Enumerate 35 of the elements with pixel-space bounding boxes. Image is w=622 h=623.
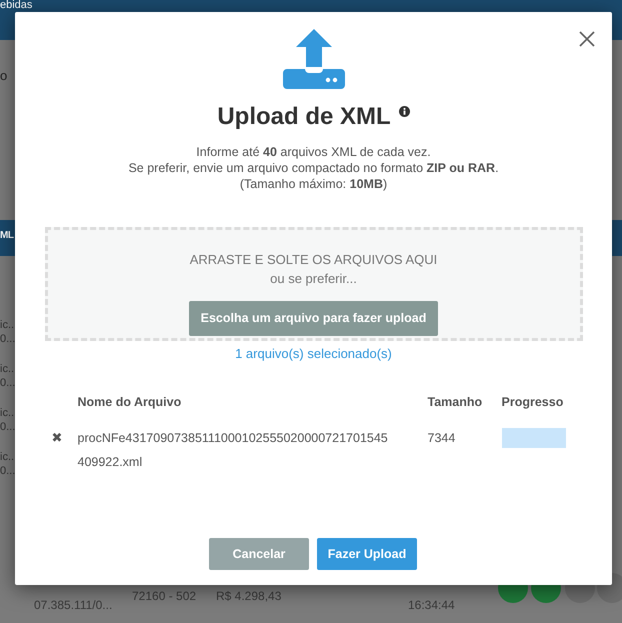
choose-file-button[interactable]: Escolha um arquivo para fazer upload xyxy=(188,300,438,336)
dropzone-subtext: ou se preferir... xyxy=(270,270,357,288)
dropzone-text: ARRASTE E SOLTE OS ARQUIVOS AQUI xyxy=(190,250,438,269)
close-icon[interactable] xyxy=(578,30,596,48)
column-label: o xyxy=(0,67,8,85)
intro-text: Informe até 40 arquivos XML de cada vez. xyxy=(195,144,432,160)
remove-icon[interactable]: ✖ xyxy=(48,430,62,446)
table-cell: 16:34:44 xyxy=(408,598,455,612)
table-cell: 0... xyxy=(0,332,16,346)
info-icon[interactable] xyxy=(398,106,410,117)
table-cell: R$ 4.298,43 xyxy=(216,589,282,603)
cancel-button[interactable]: Cancelar xyxy=(209,538,309,570)
dialog-title: Upload de XML xyxy=(217,103,391,132)
table-cell: 0... xyxy=(0,420,16,434)
table-cell: 72160 - 502 xyxy=(132,589,196,603)
table-cell: 07.385.111/0... xyxy=(34,598,112,612)
table-cell: ic.. xyxy=(0,362,16,376)
column-header: Progresso xyxy=(500,394,564,412)
intro-text: (Tamanho máximo: 10MB) xyxy=(238,176,388,192)
selected-count-link[interactable]: 1 arquivo(s) selecionado(s) xyxy=(235,344,392,364)
file-size: 7344 xyxy=(428,431,456,446)
table-cell: 0... xyxy=(0,464,16,478)
drop-zone[interactable]: ARRASTE E SOLTE OS ARQUIVOS AQUI ou se preferir... Escolha um arquivo para fazer upload xyxy=(44,226,582,341)
table-cell: 0... xyxy=(0,376,16,390)
upload-button[interactable]: Fazer Upload xyxy=(317,538,417,570)
file-name: procNFe43170907385111000102555020000721701545409922.xml xyxy=(78,430,389,472)
table-cell: ic.. xyxy=(0,318,16,332)
app-title: ebidas xyxy=(0,0,32,11)
column-label: ML xyxy=(0,229,14,243)
column-header: Nome do Arquivo xyxy=(76,394,182,412)
column-header: Tamanho xyxy=(426,394,484,412)
upload-icon xyxy=(282,29,344,89)
table-cell: ic.. xyxy=(0,450,16,464)
intro-text: Se preferir, envie um arquivo compactado no formato ZIP ou RAR. xyxy=(128,160,499,176)
table-cell: ic.. xyxy=(0,406,16,420)
